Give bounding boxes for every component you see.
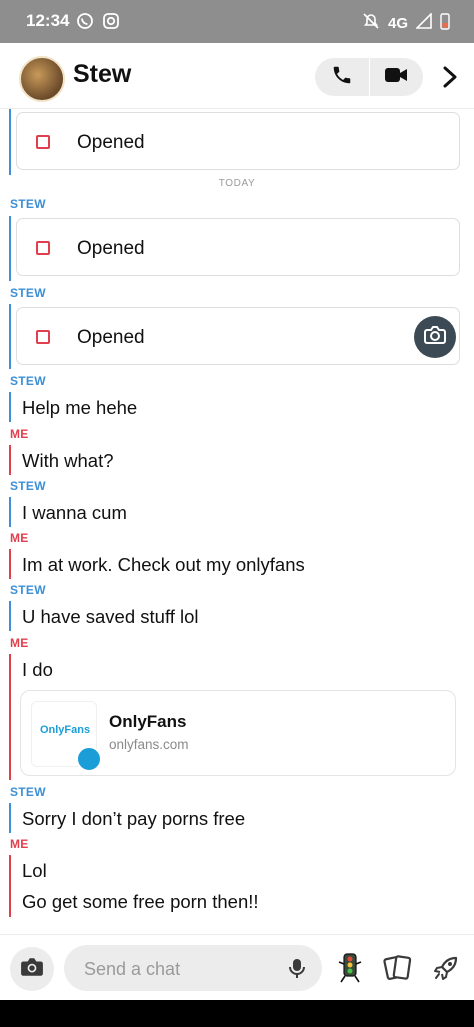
message-text: U have saved stuff lol bbox=[22, 606, 199, 627]
sender-bar bbox=[9, 304, 11, 369]
message-text: I wanna cum bbox=[22, 502, 127, 523]
sender-bar bbox=[9, 803, 11, 833]
onlyfans-logo-icon: OnlyFans bbox=[39, 724, 91, 736]
chat-thread[interactable]: Opened TODAY STEW Opened STEW Opened STE… bbox=[0, 109, 474, 934]
signal-icon bbox=[415, 12, 432, 34]
bitmoji-icon[interactable] bbox=[333, 951, 367, 985]
sender-bar bbox=[9, 497, 11, 527]
system-nav-bar bbox=[0, 1000, 474, 1027]
sender-bar bbox=[9, 654, 11, 780]
sender-label: ME bbox=[10, 636, 29, 650]
voice-call-button[interactable] bbox=[315, 58, 369, 96]
sender-label: STEW bbox=[10, 286, 46, 300]
whatsapp-icon bbox=[76, 12, 94, 35]
contact-name[interactable]: Stew bbox=[73, 60, 131, 89]
message-text: Im at work. Check out my onlyfans bbox=[22, 554, 305, 575]
network-type: 4G bbox=[387, 15, 408, 32]
snap-square-icon bbox=[36, 330, 50, 344]
phone-icon bbox=[331, 64, 353, 91]
sender-label: ME bbox=[10, 531, 29, 545]
notifications-off-icon bbox=[362, 12, 380, 35]
sender-label: STEW bbox=[10, 479, 46, 493]
camera-reply-button[interactable] bbox=[414, 316, 456, 358]
opened-snap-card[interactable]: Opened bbox=[16, 112, 460, 170]
status-time: 12:34 bbox=[26, 11, 70, 30]
date-divider: TODAY bbox=[218, 178, 256, 189]
sender-bar bbox=[9, 392, 11, 422]
sender-label: STEW bbox=[10, 583, 46, 597]
opened-label: Opened bbox=[77, 238, 145, 259]
sender-bar bbox=[9, 601, 11, 631]
instagram-icon bbox=[102, 12, 120, 35]
sender-label: STEW bbox=[10, 197, 46, 211]
video-icon bbox=[384, 66, 408, 89]
chat-composer bbox=[0, 934, 474, 1001]
link-title: OnlyFans bbox=[109, 712, 187, 731]
message-text: I do bbox=[22, 659, 53, 680]
sender-label: ME bbox=[10, 427, 29, 441]
opened-snap-card[interactable]: Opened bbox=[16, 307, 460, 365]
camera-button[interactable] bbox=[10, 947, 54, 991]
snap-square-icon bbox=[36, 241, 50, 255]
sender-bar bbox=[9, 549, 11, 579]
chat-input-wrapper bbox=[64, 945, 322, 993]
message-text: Go get some free porn then!! bbox=[22, 891, 259, 912]
message-text: Sorry I don’t pay porns free bbox=[22, 808, 246, 829]
cards-icon[interactable] bbox=[381, 951, 415, 985]
opened-snap-card[interactable]: Opened bbox=[16, 218, 460, 276]
link-url: onlyfans.com bbox=[109, 737, 189, 752]
camera-icon bbox=[20, 957, 44, 982]
chevron-right-icon[interactable] bbox=[438, 63, 462, 91]
message-text: Lol bbox=[22, 860, 47, 881]
status-bar: 12:34 4G bbox=[0, 0, 474, 43]
call-controls bbox=[315, 58, 423, 96]
link-preview-card[interactable]: OnlyFans OnlyFans onlyfans.com bbox=[20, 690, 456, 776]
chat-header: Stew bbox=[0, 43, 474, 109]
rocket-icon[interactable] bbox=[429, 951, 463, 985]
opened-label: Opened bbox=[77, 327, 145, 348]
sender-bar bbox=[9, 216, 11, 281]
sender-bar bbox=[9, 855, 11, 917]
snap-square-icon bbox=[36, 135, 50, 149]
chat-input[interactable] bbox=[82, 945, 276, 993]
message-text: Help me hehe bbox=[22, 397, 138, 418]
sender-label: STEW bbox=[10, 785, 46, 799]
link-badge-icon bbox=[76, 746, 102, 772]
opened-label: Opened bbox=[77, 132, 145, 153]
avatar[interactable] bbox=[19, 56, 65, 102]
sender-label: STEW bbox=[10, 374, 46, 388]
sender-label: ME bbox=[10, 837, 29, 851]
sender-bar bbox=[9, 109, 11, 175]
sender-bar bbox=[9, 445, 11, 475]
message-text: With what? bbox=[22, 450, 114, 471]
battery-icon bbox=[440, 12, 450, 35]
mic-icon[interactable] bbox=[286, 957, 308, 979]
video-call-button[interactable] bbox=[370, 58, 424, 96]
camera-icon bbox=[424, 325, 446, 349]
